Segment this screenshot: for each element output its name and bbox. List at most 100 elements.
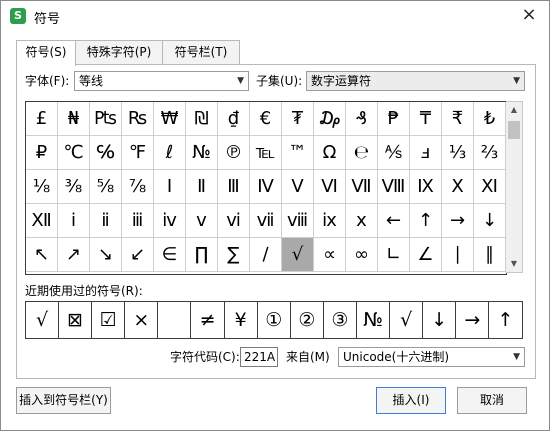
symbol-cell[interactable]: ∠ [410, 238, 442, 272]
symbol-cell[interactable]: Ⅺ [474, 170, 506, 204]
symbol-cell[interactable]: ∈ [154, 238, 186, 272]
tab-symbols[interactable]: 符号(S) [16, 40, 76, 66]
recent-symbol-cell[interactable]: ⊠ [59, 302, 93, 338]
symbol-cell[interactable]: Ⅳ [250, 170, 282, 204]
symbol-cell[interactable]: ℃ [58, 136, 90, 170]
recent-symbol-cell[interactable]: × [125, 302, 159, 338]
symbol-cell[interactable]: ₫ [218, 102, 250, 136]
recent-symbol-cell[interactable]: ↑ [489, 302, 521, 338]
symbol-cell[interactable]: ↙ [122, 238, 154, 272]
recent-symbol-cell[interactable]: ③ [324, 302, 357, 338]
symbol-cell[interactable]: Ⅴ [282, 170, 314, 204]
close-icon[interactable]: × [517, 3, 541, 27]
symbol-cell[interactable]: ⅳ [154, 204, 186, 238]
symbol-cell[interactable]: ⅸ [314, 204, 346, 238]
tab-special-chars[interactable]: 特殊字符(P) [75, 40, 163, 64]
recent-symbol-cell[interactable]: № [357, 302, 391, 338]
symbol-cell[interactable]: ₺ [474, 102, 506, 136]
symbol-cell[interactable]: ↖ [26, 238, 58, 272]
tab-symbol-bar[interactable]: 符号栏(T) [162, 40, 240, 64]
symbol-cell[interactable]: ↗ [58, 238, 90, 272]
cancel-button[interactable]: 取消 [457, 387, 527, 414]
symbol-cell[interactable]: ℅ [90, 136, 122, 170]
symbol-cell[interactable]: ⅎ [410, 136, 442, 170]
symbol-cell[interactable]: ⅍ [378, 136, 410, 170]
symbol-cell[interactable]: ∝ [314, 238, 346, 272]
recent-symbol-cell[interactable]: √ [390, 302, 424, 338]
symbol-cell[interactable]: ₦ [58, 102, 90, 136]
symbol-cell[interactable]: ₧ [90, 102, 122, 136]
symbol-cell[interactable]: ℡ [250, 136, 282, 170]
symbol-cell[interactable]: Ⅻ [26, 204, 58, 238]
symbol-cell[interactable]: ⅞ [122, 170, 154, 204]
symbol-cell[interactable]: ⅛ [26, 170, 58, 204]
symbol-cell[interactable]: ₩ [154, 102, 186, 136]
subset-select[interactable]: 数字运算符 ▼ [306, 71, 525, 91]
recent-symbol-cell[interactable]: ② [291, 302, 324, 338]
scroll-up-icon[interactable]: ▲ [506, 102, 522, 118]
symbol-cell[interactable]: Ⅷ [378, 170, 410, 204]
scrollbar-thumb[interactable] [508, 121, 520, 139]
insert-to-symbol-bar-button[interactable]: 插入到符号栏(Y) [16, 387, 111, 414]
symbol-cell[interactable]: ⅔ [474, 136, 506, 170]
symbol-cell[interactable]: ∥ [474, 238, 506, 272]
symbol-cell[interactable]: ₪ [186, 102, 218, 136]
symbol-cell[interactable]: ∏ [186, 238, 218, 272]
symbol-cell[interactable]: Ⅲ [218, 170, 250, 204]
symbol-cell[interactable]: ∑ [218, 238, 250, 272]
symbol-grid-scrollbar[interactable]: ▲ ▼ [506, 101, 523, 273]
symbol-cell[interactable]: ↑ [410, 204, 442, 238]
symbol-cell[interactable]: Ⅰ [154, 170, 186, 204]
symbol-cell[interactable]: ⅲ [122, 204, 154, 238]
symbol-cell[interactable]: ⅵ [218, 204, 250, 238]
font-select[interactable]: 等线 ▼ [74, 71, 249, 91]
symbol-cell[interactable]: Ⅱ [186, 170, 218, 204]
recent-symbol-cell[interactable] [158, 302, 192, 338]
symbol-cell[interactable]: ⅜ [58, 170, 90, 204]
symbol-cell[interactable]: ₰ [346, 102, 378, 136]
symbol-cell[interactable]: ← [378, 204, 410, 238]
symbol-cell[interactable]: № [186, 136, 218, 170]
encoding-select[interactable]: Unicode(十六进制) ▼ [338, 347, 525, 367]
symbol-cell[interactable]: ∞ [346, 238, 378, 272]
symbol-cell[interactable]: ₱ [378, 102, 410, 136]
symbol-cell[interactable]: ⅱ [90, 204, 122, 238]
recent-symbol-cell[interactable]: ☑ [92, 302, 126, 338]
symbol-cell[interactable]: £ [26, 102, 58, 136]
recent-symbol-cell[interactable]: ↓ [423, 302, 457, 338]
symbol-cell[interactable]: Ⅸ [410, 170, 442, 204]
symbol-cell[interactable]: ₯ [314, 102, 346, 136]
recent-symbol-cell[interactable]: ≠ [192, 302, 225, 338]
symbol-cell[interactable]: √ [282, 238, 314, 272]
recent-symbol-cell[interactable]: √ [26, 302, 60, 338]
symbol-cell[interactable]: ℗ [218, 136, 250, 170]
symbol-cell[interactable]: ∣ [442, 238, 474, 272]
symbol-cell[interactable]: ⅓ [442, 136, 474, 170]
symbol-cell[interactable]: ⅶ [250, 204, 282, 238]
symbol-cell[interactable]: ∕ [250, 238, 282, 272]
recent-symbol-cell[interactable]: ① [258, 302, 291, 338]
scroll-down-icon[interactable]: ▼ [506, 256, 522, 272]
symbol-cell[interactable]: → [442, 204, 474, 238]
symbol-cell[interactable]: Ⅹ [442, 170, 474, 204]
recent-symbol-cell[interactable]: ¥ [225, 302, 258, 338]
symbol-cell[interactable]: ↓ [474, 204, 506, 238]
recent-symbol-cell[interactable]: → [456, 302, 490, 338]
symbol-cell[interactable]: ↘ [90, 238, 122, 272]
symbol-cell[interactable]: ℉ [122, 136, 154, 170]
symbol-cell[interactable]: Ⅶ [346, 170, 378, 204]
symbol-cell[interactable]: ₸ [410, 102, 442, 136]
symbol-cell[interactable]: Ⅵ [314, 170, 346, 204]
symbol-cell[interactable]: ⅴ [186, 204, 218, 238]
symbol-cell[interactable]: ₮ [282, 102, 314, 136]
char-code-input[interactable]: 221A [240, 347, 278, 367]
symbol-cell[interactable]: ⅝ [90, 170, 122, 204]
symbol-cell[interactable]: ℓ [154, 136, 186, 170]
symbol-cell[interactable]: € [250, 102, 282, 136]
symbol-cell[interactable]: ™ [282, 136, 314, 170]
symbol-cell[interactable]: ₹ [442, 102, 474, 136]
symbol-cell[interactable]: ₽ [26, 136, 58, 170]
symbol-cell[interactable]: ⅷ [282, 204, 314, 238]
symbol-cell[interactable]: ℮ [346, 136, 378, 170]
symbol-cell[interactable]: ₨ [122, 102, 154, 136]
